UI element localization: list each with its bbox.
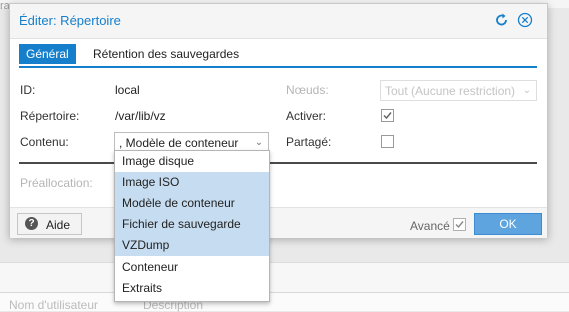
check-icon [455,221,464,229]
dropdown-item-iso-image[interactable]: Image ISO [115,172,269,193]
ok-button[interactable]: OK [474,213,542,235]
nodes-label: Nœuds: [286,83,329,97]
dropdown-item-container-template[interactable]: Modèle de conteneur [115,193,269,214]
dropdown-item-backup-file[interactable]: Fichier de sauvegarde [115,214,269,235]
advanced-label: Avancé [410,219,450,233]
dropdown-item-vzdump[interactable]: VZDump [115,235,269,256]
dialog-header: Éditer: Répertoire [10,4,547,39]
content-combobox-value: , Modèle de conteneur [119,136,239,150]
content-label: Contenu: [20,135,69,149]
directory-value: /var/lib/vz [115,109,166,123]
preallocation-label: Préallocation: [20,176,93,190]
close-icon[interactable] [517,12,533,28]
section-divider [19,162,537,164]
id-label: ID: [20,83,36,97]
help-button-label: Aide [46,218,71,232]
enable-label: Activer: [286,109,327,123]
shared-checkbox[interactable] [381,135,394,148]
content-dropdown-list: Image disque Image ISO Modèle de contene… [114,150,270,302]
directory-label: Répertoire: [20,109,80,123]
id-value: local [115,83,140,97]
chevron-down-icon[interactable]: ⌄ [518,81,536,100]
dialog-title: Éditer: Répertoire [19,13,121,28]
nodes-combobox-value: Tout (Aucune restriction) [385,84,516,98]
help-icon: ? [25,217,38,230]
dialog-footer: ? Aide Avancé OK [10,207,547,238]
help-button[interactable]: ? Aide [17,213,82,235]
dropdown-item-disk-image[interactable]: Image disque [115,151,269,172]
dropdown-item-container[interactable]: Conteneur [115,257,269,278]
shared-label: Partagé: [286,135,332,149]
edit-directory-dialog: Éditer: Répertoire Général Rétention des… [9,3,548,238]
tab-general[interactable]: Général [19,44,76,64]
check-icon [383,112,392,120]
nodes-combobox[interactable]: Tout (Aucune restriction) ⌄ [380,80,537,101]
tab-bar: Général Rétention des sauvegardes [19,42,537,68]
advanced-checkbox[interactable] [453,218,466,231]
tab-backup-retention[interactable]: Rétention des sauvegardes [93,44,239,64]
reload-icon[interactable] [494,12,510,28]
dropdown-item-snippets[interactable]: Extraits [115,278,269,299]
enable-checkbox[interactable] [381,109,394,122]
